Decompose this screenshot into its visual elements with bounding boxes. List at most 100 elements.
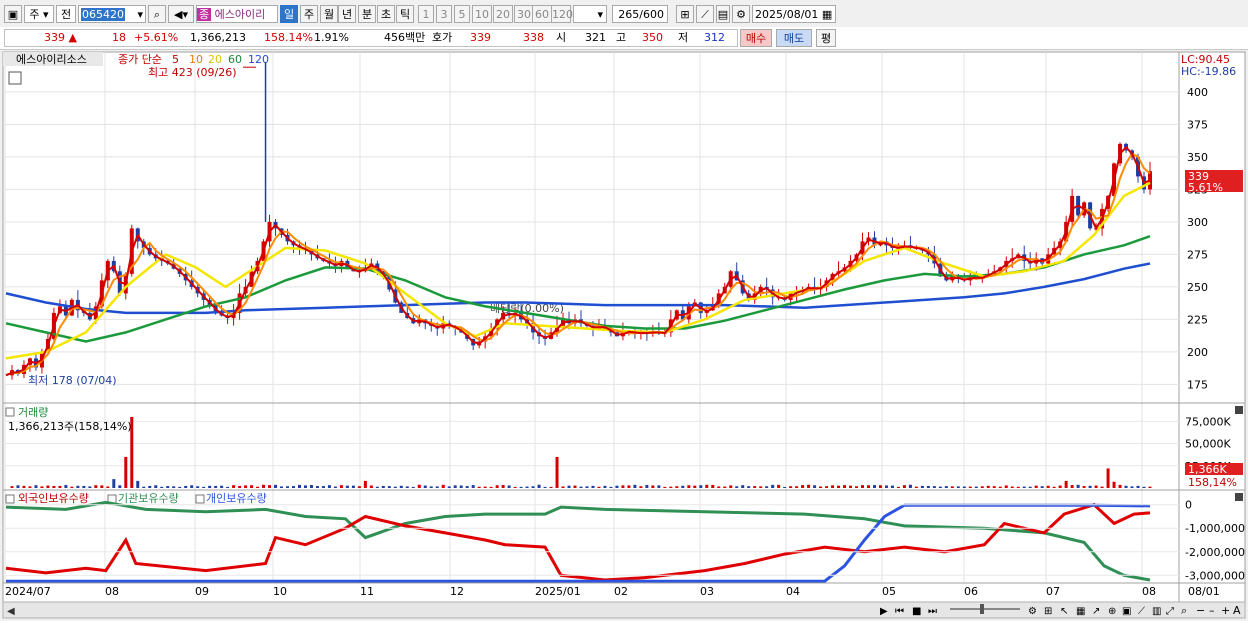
grid-icon[interactable]: ⊞ xyxy=(1044,606,1052,617)
interval-120[interactable]: 120 xyxy=(551,5,573,23)
last-volume-pct: 158,14% xyxy=(1188,476,1237,489)
zoom-handle[interactable] xyxy=(980,604,984,614)
volume-bar xyxy=(669,486,673,488)
count-input[interactable]: 265/600 xyxy=(612,5,668,23)
forward-icon[interactable]: ⏭ xyxy=(928,606,937,617)
zoom-in-icon[interactable]: + xyxy=(1221,604,1230,617)
save-icon[interactable]: ▤ xyxy=(716,5,730,23)
magnet-icon[interactable]: ⊕ xyxy=(1108,606,1116,617)
lock-icon[interactable]: ▣ xyxy=(1122,606,1131,617)
volume-bar xyxy=(795,486,799,488)
volume-bar xyxy=(717,486,721,488)
volume-bar xyxy=(232,485,236,488)
buy-button[interactable]: 매수 xyxy=(740,29,772,47)
volume-label: 1,366,213주(158,14%) xyxy=(8,420,132,433)
zoom-icon[interactable]: ⌕ xyxy=(1181,604,1187,617)
x-tick-label: 03 xyxy=(700,585,714,598)
zoom-slider[interactable] xyxy=(950,608,1020,610)
volume-bar xyxy=(268,485,272,488)
sound-icon[interactable]: ◀▾ xyxy=(168,5,194,23)
volume-close-icon[interactable] xyxy=(1235,406,1243,414)
cursor-icon[interactable]: ↗ xyxy=(1092,606,1100,617)
quote-bar: 339 ▲ 18 +5.61% 1,366,213 158.14% 1.91% … xyxy=(0,27,1248,50)
volume-bar xyxy=(357,486,361,488)
volume-bar xyxy=(884,485,888,488)
volume-bar xyxy=(1142,486,1146,488)
volume-bar xyxy=(513,486,517,488)
holdings-pane-icon[interactable] xyxy=(5,494,15,504)
interval-5[interactable]: 5 xyxy=(454,5,470,23)
volume-bar xyxy=(1034,485,1038,488)
scroll-right-icon[interactable]: ▶ xyxy=(880,606,888,617)
volume-bar xyxy=(741,485,745,488)
scroll-bar[interactable] xyxy=(2,601,1246,619)
volume-bar xyxy=(333,486,337,488)
draw-line-icon[interactable]: ⟋ xyxy=(696,5,714,23)
sell-button[interactable]: 매도 xyxy=(776,29,812,47)
stop-icon[interactable]: ■ xyxy=(912,606,921,617)
interval-10[interactable]: 10 xyxy=(472,5,492,23)
search-icon[interactable]: ⌕ xyxy=(148,5,166,23)
x-tick-label: 04 xyxy=(786,585,800,598)
volume-bar xyxy=(980,486,984,488)
holdings-tick-label: -1,000,000 xyxy=(1185,522,1245,535)
holdings-close-icon[interactable] xyxy=(1235,493,1243,501)
price-tick-label: 250 xyxy=(1187,281,1208,294)
period-day[interactable]: 일 xyxy=(280,5,298,23)
rewind-icon[interactable]: ⏮ xyxy=(895,606,904,617)
custom-interval-select[interactable]: ▾ xyxy=(573,5,607,23)
volume-bar xyxy=(160,486,164,488)
scroll-left-icon[interactable]: ◀ xyxy=(7,606,15,617)
code-input[interactable]: 065420 ▾ xyxy=(78,5,146,23)
volume-bar xyxy=(585,486,589,488)
market-select[interactable]: 주 ▾ xyxy=(24,5,54,23)
period-minute[interactable]: 분 xyxy=(358,5,376,23)
avg-button[interactable]: 평 xyxy=(816,29,836,47)
interval-20[interactable]: 20 xyxy=(493,5,513,23)
volume-bar xyxy=(387,486,391,488)
period-month[interactable]: 월 xyxy=(320,5,338,23)
stock-name-field[interactable]: 종 에스아이리 xyxy=(196,5,278,23)
volume-bar xyxy=(94,485,98,488)
period-week[interactable]: 주 xyxy=(300,5,318,23)
font-size-icon[interactable]: A xyxy=(1233,604,1241,617)
volume-pane-icon[interactable] xyxy=(5,407,15,417)
volume-bar xyxy=(1028,486,1032,488)
calc-icon[interactable] xyxy=(8,71,22,85)
volume-bar xyxy=(890,485,894,488)
chart-icon[interactable]: ▥ xyxy=(1152,606,1161,617)
volume-bar xyxy=(1052,486,1056,488)
crosshair-icon[interactable]: ⊞ xyxy=(676,5,694,23)
volume-bar xyxy=(1130,486,1134,488)
volume-bar xyxy=(297,484,301,488)
table-icon[interactable]: ▦ xyxy=(1076,606,1085,617)
volume-bar xyxy=(657,485,661,488)
chart-area[interactable]: 에스아이리소스 종가 단순 5 10 20 60 12 0 최고 423 (09/… xyxy=(0,50,1248,621)
volume-bar xyxy=(567,485,571,488)
zoom-out-icon[interactable]: − xyxy=(1196,604,1205,617)
gear-small-icon[interactable]: ⚙ xyxy=(1028,606,1037,617)
volume-bar xyxy=(920,485,924,488)
export-icon[interactable]: ⤢ xyxy=(1166,606,1174,617)
last-volume: 1,366K xyxy=(1188,463,1227,476)
volume-bar xyxy=(777,484,781,488)
interval-60[interactable]: 60 xyxy=(532,5,552,23)
interval-30[interactable]: 30 xyxy=(514,5,534,23)
period-tick[interactable]: 틱 xyxy=(396,5,414,23)
line-icon[interactable]: ⟋ xyxy=(1138,606,1145,617)
mode-select[interactable]: 전 xyxy=(56,5,76,23)
interval-1[interactable]: 1 xyxy=(418,5,434,23)
volume-bar xyxy=(603,485,607,488)
chart-menu-icon[interactable]: ▣ xyxy=(4,5,22,23)
minus-icon[interactable]: – xyxy=(1209,604,1215,617)
volume-bar xyxy=(1148,486,1152,488)
pointer-icon[interactable]: ↖ xyxy=(1060,606,1068,617)
volume-bar xyxy=(447,486,451,488)
period-second[interactable]: 초 xyxy=(377,5,395,23)
gear-icon[interactable]: ⚙ xyxy=(732,5,750,23)
volume-bar xyxy=(291,486,295,488)
interval-3[interactable]: 3 xyxy=(436,5,452,23)
period-year[interactable]: 년 xyxy=(338,5,356,23)
volume-bar xyxy=(747,486,751,488)
date-input[interactable]: 2025/08/01 ▦ xyxy=(752,5,836,23)
